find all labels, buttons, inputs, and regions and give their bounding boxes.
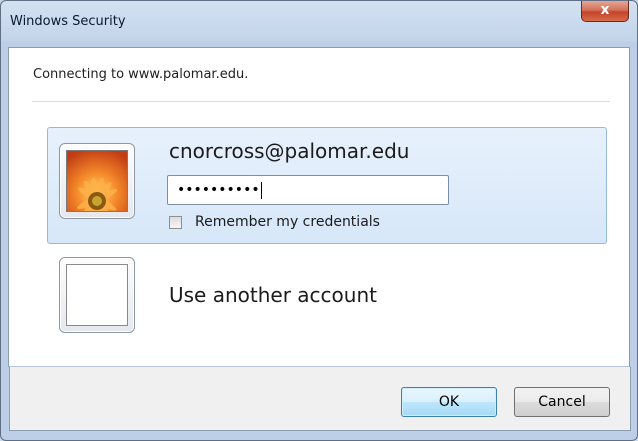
blank-user-icon — [59, 257, 135, 333]
text-caret — [260, 181, 262, 199]
connecting-message: Connecting to www.palomar.edu. — [33, 67, 249, 82]
password-mask: •••••••••• — [177, 182, 260, 198]
blank-picture-icon — [66, 264, 128, 326]
use-another-account-label: Use another account — [169, 283, 377, 307]
cancel-button[interactable]: Cancel — [514, 387, 610, 417]
password-field[interactable]: •••••••••• — [167, 175, 449, 205]
remember-label: Remember my credentials — [195, 214, 380, 230]
ok-button[interactable]: OK — [401, 387, 497, 417]
close-button[interactable]: x — [581, 1, 629, 22]
divider — [32, 101, 610, 102]
account-username: cnorcross@palomar.edu — [169, 139, 410, 163]
user-avatar — [59, 143, 135, 219]
remember-checkbox[interactable] — [169, 215, 182, 229]
remember-credentials[interactable]: Remember my credentials — [169, 213, 380, 231]
flower-picture-icon — [66, 150, 128, 212]
window-title: Windows Security — [10, 14, 126, 29]
